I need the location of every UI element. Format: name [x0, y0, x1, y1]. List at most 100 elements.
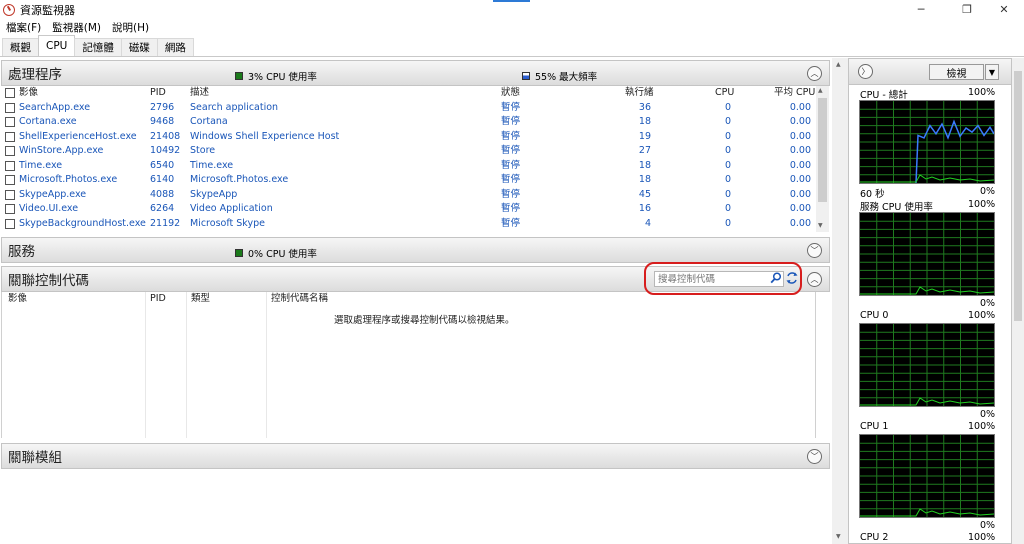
process-checkbox[interactable]: [5, 117, 15, 127]
process-checkbox[interactable]: [5, 146, 15, 156]
col-cpu[interactable]: CPU: [715, 86, 734, 101]
process-pid: 6140: [150, 174, 175, 185]
processes-header[interactable]: 處理程序 3% CPU 使用率 55% 最大頻率 ︿: [1, 60, 830, 86]
process-checkbox[interactable]: [5, 102, 15, 113]
processes-column-header: 影像 PID 描述 狀態 執行緒 CPU 平均 CPU: [1, 86, 816, 101]
process-image: SearchApp.exe: [19, 101, 91, 113]
handles-col-image[interactable]: 影像: [8, 292, 27, 307]
process-cpu: 0: [724, 101, 731, 113]
process-row[interactable]: SearchApp.exe 2796 Search application 暫停 36 0…: [1, 101, 816, 116]
graph-panel-scrollbar[interactable]: [1012, 58, 1024, 544]
minimize-button[interactable]: ─: [904, 0, 938, 19]
services-header[interactable]: 服務 0% CPU 使用率 ﹀: [1, 237, 830, 263]
close-button[interactable]: ✕: [987, 0, 1021, 19]
process-row[interactable]: Time.exe 6540 Time.exe 暫停 18 0 0.00: [1, 159, 816, 174]
handles-col-pid[interactable]: PID: [150, 292, 166, 307]
process-checkbox[interactable]: [5, 160, 15, 171]
col-threads[interactable]: 執行緒: [625, 86, 654, 101]
main-scroll-up[interactable]: ▲: [836, 61, 841, 68]
menu-monitor[interactable]: 監視器(M): [46, 20, 106, 35]
col-image[interactable]: 影像: [19, 86, 38, 101]
expand-services-button[interactable]: ﹀: [807, 243, 822, 258]
processes-table: 影像 PID 描述 狀態 執行緒 CPU 平均 CPU SearchApp.ex…: [1, 86, 816, 234]
process-row[interactable]: SkypeBackgroundHost.exe 21192 Microsoft Sk…: [1, 217, 816, 232]
process-description: SkypeApp: [190, 188, 238, 200]
menu-file[interactable]: 檔案(F): [0, 20, 46, 35]
collapse-processes-button[interactable]: ︿: [807, 66, 822, 81]
cpu-graph: [859, 434, 995, 518]
graph-scroll-thumb[interactable]: [1014, 71, 1022, 321]
process-threads: 16: [638, 203, 651, 214]
scroll-down-arrow[interactable]: ▼: [818, 222, 823, 229]
modules-header[interactable]: 關聯模組 ﹀: [1, 443, 830, 469]
process-pid: 2796: [150, 101, 175, 113]
graph-min-label: 0%: [980, 298, 996, 309]
tab-bar: 概觀 CPU 記憶體 磁碟 網路: [0, 35, 1024, 57]
tab-network[interactable]: 網路: [156, 38, 194, 56]
graph-panel-toolbar: 〉 檢視 ▼: [849, 59, 1011, 85]
col-description[interactable]: 描述: [190, 86, 209, 101]
handles-col-name[interactable]: 控制代碼名稱: [271, 292, 328, 307]
process-checkbox[interactable]: [5, 189, 15, 200]
main-scroll-down[interactable]: ▼: [836, 533, 841, 540]
graph-max-label: 100%: [968, 87, 996, 98]
highlight-annotation: [644, 262, 802, 295]
process-row[interactable]: ShellExperienceHost.exe 21408 Windows Shel…: [1, 130, 816, 145]
process-pid: 10492: [150, 145, 181, 156]
process-row[interactable]: Video.UI.exe 6264 Video Application 暫停 16 0 0.…: [1, 202, 816, 217]
tab-memory[interactable]: 記憶體: [74, 38, 122, 56]
view-dropdown-button[interactable]: ▼: [985, 64, 999, 80]
handles-title: 關聯控制代碼: [8, 273, 89, 289]
col-status[interactable]: 狀態: [501, 86, 520, 101]
col-pid[interactable]: PID: [150, 86, 166, 101]
process-threads: 18: [638, 159, 651, 171]
process-status: 暫停: [501, 145, 521, 156]
process-row[interactable]: SkypeApp.exe 4088 SkypeApp 暫停 45 0 0.00: [1, 188, 816, 203]
maximize-button[interactable]: ❐: [950, 0, 984, 19]
graph-time-label: 60 秒: [860, 189, 885, 200]
processes-cpu-usage: 3% CPU 使用率: [235, 69, 317, 83]
process-cpu: 0: [724, 130, 731, 142]
view-button[interactable]: 檢視: [929, 64, 984, 80]
graph-label: CPU 1: [860, 421, 889, 432]
process-avg-cpu: 0.00: [789, 101, 811, 113]
cpu-graph: [859, 212, 995, 296]
process-description: Cortana: [190, 116, 228, 127]
process-cpu: 0: [724, 159, 731, 171]
menu-help[interactable]: 說明(H): [106, 20, 154, 35]
process-row[interactable]: WinStore.App.exe 10492 Store 暫停 27 0 0.00: [1, 144, 816, 159]
collapse-handles-button[interactable]: ︿: [807, 272, 822, 287]
expand-modules-button[interactable]: ﹀: [807, 449, 822, 464]
process-pid: 6264: [150, 203, 175, 214]
title-accent: [493, 0, 530, 2]
process-row[interactable]: Cortana.exe 9468 Cortana 暫停 18 0 0.00: [1, 115, 816, 130]
process-avg-cpu: 0.00: [789, 116, 811, 127]
toggle-panel-button[interactable]: 〉: [858, 64, 873, 79]
process-threads: 45: [638, 188, 651, 200]
graph-min-label: 0%: [980, 186, 996, 197]
process-checkbox[interactable]: [5, 218, 15, 229]
process-checkbox[interactable]: [5, 131, 15, 142]
scroll-thumb[interactable]: [818, 98, 827, 202]
select-all-checkbox[interactable]: [5, 88, 15, 98]
graph-label: CPU - 總計: [860, 90, 908, 101]
process-pid: 9468: [150, 116, 175, 127]
processes-scrollbar[interactable]: ▲ ▼: [816, 86, 829, 232]
handles-col-type[interactable]: 類型: [191, 292, 210, 307]
process-status: 暫停: [501, 116, 521, 127]
tab-disk[interactable]: 磁碟: [120, 38, 158, 56]
scroll-up-arrow[interactable]: ▲: [818, 87, 823, 94]
menu-bar: 檔案(F) 監視器(M) 說明(H): [0, 19, 1024, 35]
process-row[interactable]: Microsoft.Photos.exe 6140 Microsoft.Photos…: [1, 173, 816, 188]
tab-overview[interactable]: 概觀: [2, 38, 39, 56]
frequency-swatch: [522, 72, 530, 80]
process-checkbox[interactable]: [5, 204, 15, 214]
processes-title: 處理程序: [8, 67, 62, 83]
col-avg-cpu[interactable]: 平均 CPU: [774, 86, 815, 101]
handles-empty-hint: 選取處理程序或搜尋控制代碼以檢視結果。: [334, 315, 515, 326]
process-image: WinStore.App.exe: [19, 145, 104, 156]
process-description: Microsoft Skype: [190, 217, 265, 229]
process-checkbox[interactable]: [5, 175, 15, 185]
main-scrollbar[interactable]: ▲ ▼: [832, 58, 848, 544]
tab-cpu[interactable]: CPU: [38, 35, 76, 56]
